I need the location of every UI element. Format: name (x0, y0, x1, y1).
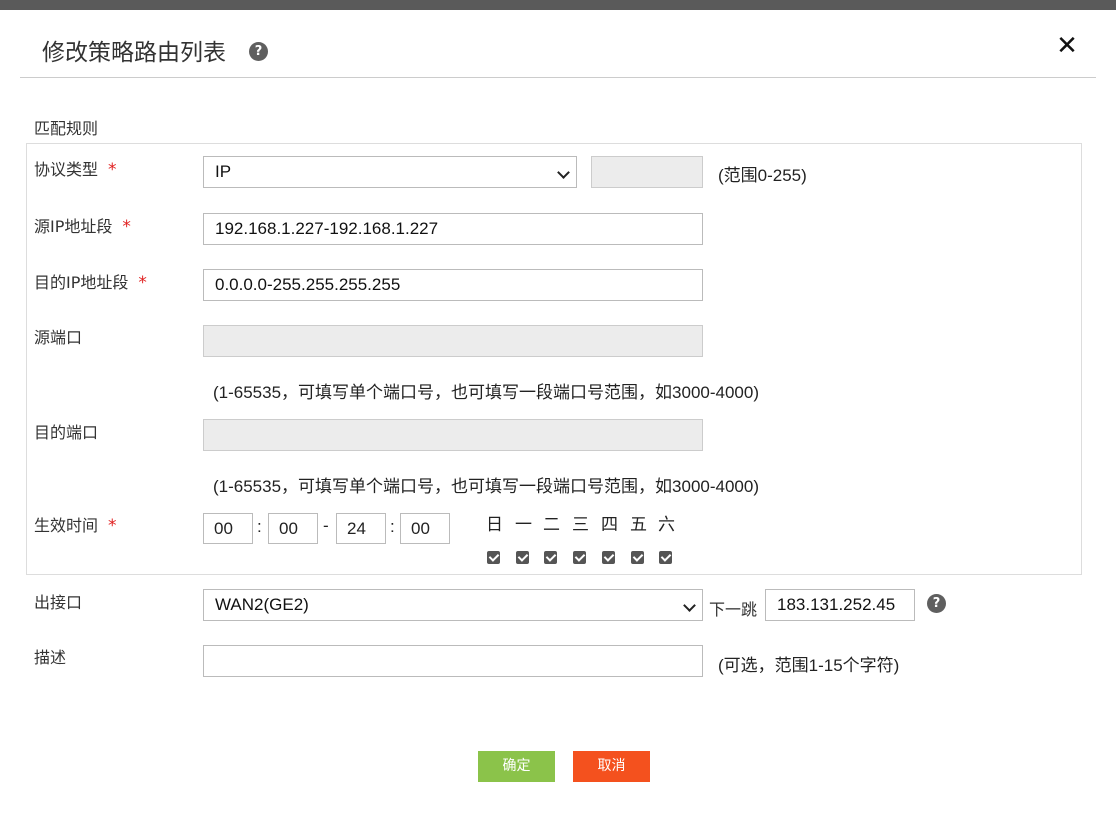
description-label: 描述 (34, 648, 67, 667)
protocol-number-input[interactable] (591, 156, 703, 188)
dialog-title: 修改策略路由列表 ? (42, 33, 268, 67)
dst-port-label: 目的端口 (34, 423, 99, 442)
day-label-fri: 五 (630, 515, 647, 535)
help-icon[interactable]: ? (249, 42, 268, 61)
description-input[interactable] (203, 645, 703, 677)
src-port-label: 源端口 (34, 328, 83, 347)
title-divider (20, 77, 1096, 78)
day-checkbox-wed[interactable] (573, 551, 586, 564)
day-checkbox-tue[interactable] (544, 551, 557, 564)
effective-time-label-text: 生效时间 (34, 516, 99, 535)
chevron-down-icon (557, 166, 570, 179)
next-hop-label: 下一跳 (709, 600, 758, 619)
time-colon: : (390, 517, 395, 536)
day-label-sun: 日 (486, 515, 503, 535)
time-dash: - (323, 516, 329, 535)
src-ip-label: 源IP地址段 * (34, 213, 131, 237)
day-label-thu: 四 (601, 515, 618, 535)
end-hour-input[interactable]: 24 (336, 513, 386, 544)
time-colon: : (257, 517, 262, 536)
section-match-rules: 匹配规则 (34, 119, 99, 138)
day-checkbox-fri[interactable] (631, 551, 644, 564)
chevron-down-icon (683, 599, 696, 612)
required-mark: * (138, 273, 147, 293)
protocol-hint: (范围0-255) (718, 166, 807, 185)
confirm-button[interactable]: 确定 (478, 751, 555, 782)
day-label-mon: 一 (515, 515, 532, 535)
effective-time-label: 生效时间 * (34, 512, 117, 536)
dialog-title-text: 修改策略路由列表 (42, 40, 226, 66)
description-hint: (可选，范围1-15个字符) (718, 656, 900, 675)
start-minute-input[interactable]: 00 (268, 513, 318, 544)
protocol-label-text: 协议类型 (34, 160, 99, 179)
src-ip-label-text: 源IP地址段 (34, 217, 113, 236)
dst-ip-input[interactable]: 0.0.0.0-255.255.255.255 (203, 269, 703, 301)
src-port-hint: (1-65535，可填写单个端口号，也可填写一段端口号范围，如3000-4000… (213, 383, 760, 402)
required-mark: * (108, 516, 117, 536)
day-checkbox-sat[interactable] (659, 551, 672, 564)
egress-label: 出接口 (34, 593, 83, 612)
day-label-sat: 六 (658, 515, 675, 535)
required-mark: * (108, 160, 117, 180)
src-port-input[interactable] (203, 325, 703, 357)
src-ip-input[interactable]: 192.168.1.227-192.168.1.227 (203, 213, 703, 245)
day-checkbox-sun[interactable] (487, 551, 500, 564)
day-label-tue: 二 (543, 515, 560, 535)
dst-ip-label: 目的IP地址段 * (34, 269, 147, 293)
cancel-button[interactable]: 取消 (573, 751, 650, 782)
dst-port-hint: (1-65535，可填写单个端口号，也可填写一段端口号范围，如3000-4000… (213, 477, 760, 496)
start-hour-input[interactable]: 00 (203, 513, 253, 544)
close-icon[interactable]: ✕ (1054, 33, 1080, 59)
window-top-bar (0, 0, 1116, 10)
day-checkbox-thu[interactable] (602, 551, 615, 564)
protocol-label: 协议类型 * (34, 156, 117, 180)
day-label-wed: 三 (572, 515, 589, 535)
required-mark: * (122, 217, 131, 237)
end-minute-input[interactable]: 00 (400, 513, 450, 544)
protocol-select[interactable]: IP (203, 156, 577, 188)
protocol-select-value: IP (215, 162, 232, 181)
dst-ip-label-text: 目的IP地址段 (34, 273, 129, 292)
dst-port-input[interactable] (203, 419, 703, 451)
next-hop-input[interactable]: 183.131.252.45 (765, 589, 915, 621)
day-checkbox-mon[interactable] (516, 551, 529, 564)
help-icon[interactable]: ? (927, 594, 946, 613)
egress-select-value: WAN2(GE2) (215, 595, 309, 614)
egress-select[interactable]: WAN2(GE2) (203, 589, 703, 621)
